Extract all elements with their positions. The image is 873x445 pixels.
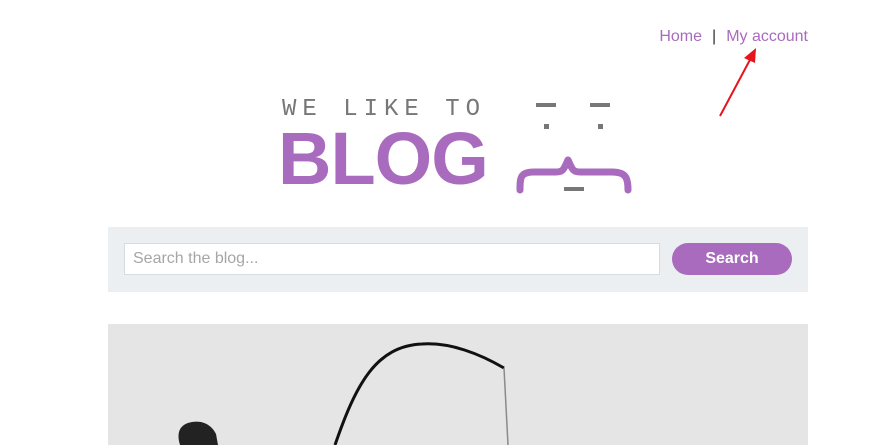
blog-logo: WE LIKE TO BLOG (278, 94, 638, 200)
search-input[interactable] (124, 243, 660, 275)
my-account-link[interactable]: My account (726, 28, 808, 46)
search-button[interactable]: Search (672, 243, 792, 275)
search-bar: Search (108, 227, 808, 292)
top-nav: Home | My account (659, 28, 808, 46)
post-hero-image (108, 324, 808, 445)
post-illustration (178, 342, 509, 445)
nav-separator: | (712, 28, 717, 45)
face-emoticon-icon (516, 103, 632, 194)
page: Home | My account WE LIKE TO BLOG Search (0, 0, 873, 445)
logo-title: BLOG (278, 117, 489, 200)
home-link[interactable]: Home (659, 28, 702, 46)
